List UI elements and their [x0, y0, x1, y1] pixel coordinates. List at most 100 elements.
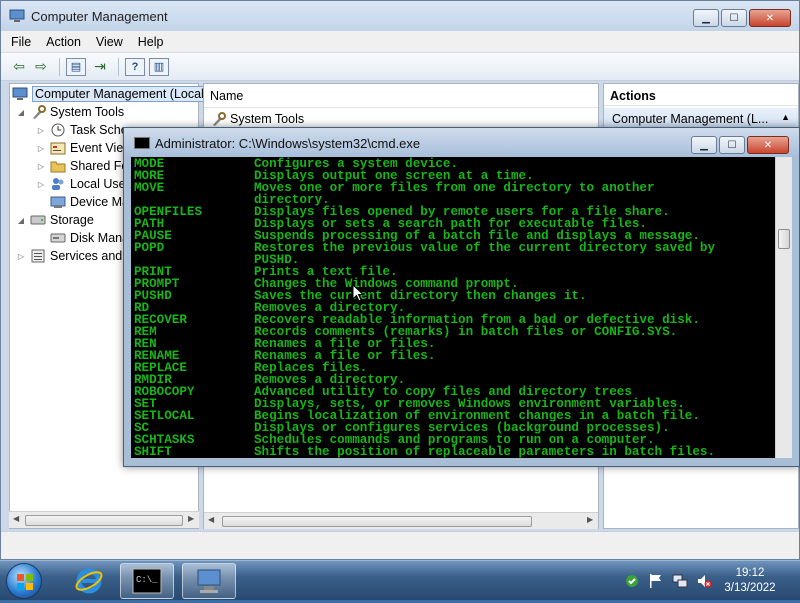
- expand-icon[interactable]: ▷: [36, 162, 46, 171]
- tree-item-label: Shared Fo: [70, 159, 129, 173]
- network-icon[interactable]: [672, 573, 688, 589]
- command-name: SHIFT: [134, 445, 172, 458]
- cmd-app-icon: [134, 137, 150, 149]
- actions-header: Actions: [604, 84, 798, 106]
- command-name: PUSHD: [134, 289, 172, 303]
- taskbar-internet-explorer[interactable]: [62, 563, 116, 599]
- back-arrow-icon[interactable]: ⇦: [9, 57, 29, 77]
- console-line: SHIFT Shifts the position of replaceable …: [134, 446, 775, 458]
- tree-item-label: Disk Mana: [70, 231, 130, 245]
- maximize-button[interactable]: ☐: [721, 9, 747, 27]
- minimize-button[interactable]: ▁: [693, 9, 719, 27]
- tree-item-disk-management[interactable]: Disk Mana: [50, 229, 129, 247]
- system-clock[interactable]: 19:12 3/13/2022: [714, 566, 786, 596]
- scroll-right-icon[interactable]: ▶: [188, 514, 194, 523]
- tree-item-shared-folders[interactable]: ▷ Shared Fo: [36, 157, 128, 175]
- tree-item-local-users[interactable]: ▷ Local Use: [36, 175, 126, 193]
- command-description: Shifts the position of replaceable param…: [254, 445, 716, 458]
- scrollbar-thumb[interactable]: [25, 515, 183, 526]
- flag-icon[interactable]: [648, 573, 664, 589]
- close-button[interactable]: ✕: [747, 136, 789, 154]
- close-button[interactable]: ✕: [749, 9, 791, 27]
- console-line: POPD Restores the previous value of the c…: [134, 241, 775, 255]
- scroll-left-icon[interactable]: ◀: [13, 514, 19, 523]
- computer-management-app-icon: [9, 9, 25, 26]
- collapse-icon[interactable]: ◢: [16, 108, 26, 117]
- device-manager-icon: [50, 195, 66, 209]
- show-hide-action-pane-icon[interactable]: ▥: [149, 57, 169, 76]
- scrollbar-thumb[interactable]: [778, 229, 790, 249]
- scroll-left-icon[interactable]: ◀: [208, 515, 214, 524]
- tree-item-task-scheduler[interactable]: ▷ Task Sche: [36, 121, 128, 139]
- collapse-icon[interactable]: ◢: [16, 216, 26, 225]
- task-scheduler-icon: [50, 123, 66, 137]
- tree-item-services-and-applications[interactable]: ▷ Services and A: [16, 247, 133, 265]
- command-name: POPD: [134, 241, 165, 255]
- disk-management-icon: [50, 231, 66, 245]
- system-tools-icon: [210, 112, 226, 126]
- tree-item-label: Services and A: [50, 249, 134, 263]
- tree-item-storage[interactable]: ◢ Storage: [16, 211, 94, 229]
- actions-section-label: Computer Management (L...: [612, 112, 769, 126]
- cm-window-title: Computer Management: [31, 9, 168, 24]
- expand-icon[interactable]: ▷: [36, 180, 46, 189]
- expand-icon[interactable]: ▷: [16, 252, 26, 261]
- tree-item-label: Storage: [50, 213, 94, 227]
- tree-item-device-manager[interactable]: Device Ma: [50, 193, 129, 211]
- start-button[interactable]: [6, 563, 42, 599]
- local-users-icon: [50, 177, 66, 191]
- expand-icon[interactable]: ▷: [36, 144, 46, 153]
- cmd-window-controls: ▁ ☐ ✕: [691, 136, 789, 154]
- show-hide-console-tree-icon[interactable]: ▤: [66, 57, 86, 76]
- cmd-titlebar[interactable]: Administrator: C:\Windows\system32\cmd.e…: [124, 128, 799, 156]
- console-line: REN Renames a file or files.: [134, 338, 775, 351]
- cm-titlebar[interactable]: Computer Management ▁ ☐ ✕: [1, 1, 799, 31]
- export-list-icon[interactable]: ⇥: [90, 57, 110, 77]
- tree-item-label: Task Sche: [70, 123, 128, 137]
- details-horizontal-scrollbar[interactable]: ◀ ▶: [204, 512, 598, 529]
- console-output[interactable]: MODE Configures a system device. MORE Displ…: [131, 157, 775, 458]
- taskbar: C:\_ 19:12 3/13/2022: [0, 560, 800, 600]
- menu-file[interactable]: File: [11, 35, 31, 49]
- cmd-window: Administrator: C:\Windows\system32\cmd.e…: [123, 127, 800, 467]
- command-name: SETLOCAL: [134, 409, 195, 423]
- menu-help[interactable]: Help: [138, 35, 164, 49]
- scrollbar-thumb[interactable]: [222, 516, 532, 527]
- menu-action[interactable]: Action: [46, 35, 81, 49]
- collapse-up-icon[interactable]: ▲: [781, 112, 790, 126]
- column-header-name[interactable]: Name: [204, 84, 598, 108]
- expand-icon[interactable]: ▷: [36, 126, 46, 135]
- console-line: MOVE Moves one or more files from one dir…: [134, 182, 775, 195]
- list-item-system-tools[interactable]: System Tools: [210, 112, 304, 126]
- forward-arrow-icon[interactable]: ⇨: [31, 57, 51, 77]
- scroll-right-icon[interactable]: ▶: [587, 515, 593, 524]
- tree-item-system-tools[interactable]: ◢ System Tools: [16, 103, 124, 121]
- event-viewer-icon: [50, 141, 66, 155]
- taskbar-cmd[interactable]: C:\_: [120, 563, 174, 599]
- maximize-button[interactable]: ☐: [719, 136, 745, 154]
- toolbar: ⇦ ⇨ ▤ ⇥ ? ▥: [1, 53, 799, 81]
- tree-item-label: Computer Management (Local: [32, 86, 207, 102]
- cmd-icon: C:\_: [132, 568, 162, 594]
- cmd-vertical-scrollbar[interactable]: [775, 157, 792, 458]
- tree-horizontal-scrollbar[interactable]: ◀ ▶: [9, 511, 199, 528]
- taskbar-computer-management[interactable]: [182, 563, 236, 599]
- action-center-icon[interactable]: [624, 573, 640, 589]
- minimize-button[interactable]: ▁: [691, 136, 717, 154]
- help-icon[interactable]: ?: [125, 57, 145, 76]
- console-line: PUSHD Saves the current directory then ch…: [134, 289, 775, 303]
- console-line: REPLACE Replaces files.: [134, 362, 775, 375]
- tree-item-computer-management[interactable]: Computer Management (Local: [12, 85, 207, 103]
- console-line: PUSHD.: [134, 254, 775, 267]
- list-item-label: System Tools: [230, 112, 305, 126]
- tree-item-event-viewer[interactable]: ▷ Event View: [36, 139, 132, 157]
- tree-item-label: System Tools: [50, 105, 125, 119]
- windows-logo-icon: [17, 574, 33, 590]
- clock-date: 3/13/2022: [724, 582, 776, 594]
- menu-view[interactable]: View: [96, 35, 123, 49]
- mouse-pointer-icon: [352, 283, 365, 305]
- tree-item-label: Local Use: [70, 177, 126, 191]
- menu-bar: File Action View Help: [1, 31, 799, 53]
- volume-muted-icon[interactable]: [696, 573, 712, 589]
- internet-explorer-icon: [75, 568, 103, 594]
